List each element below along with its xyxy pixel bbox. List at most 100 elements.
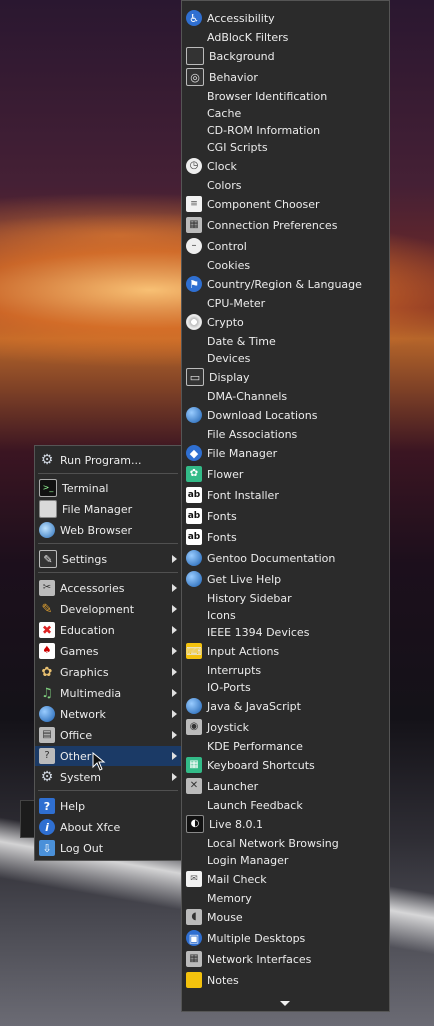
menu-item-io-ports[interactable]: IO-Ports — [182, 678, 389, 696]
menu-item-date-time[interactable]: Date & Time — [182, 332, 389, 350]
menu-item-mouse[interactable]: ◖ Mouse — [182, 908, 389, 926]
menu-item-component-chooser[interactable]: ≡ Component Chooser — [182, 195, 389, 213]
menu-item-clock[interactable]: ◷ Clock — [182, 157, 389, 175]
menu-item-terminal[interactable]: >_ Terminal — [35, 478, 181, 498]
menu-item-icons[interactable]: Icons — [182, 606, 389, 624]
network-icon — [39, 706, 55, 722]
menu-item-dma-channels[interactable]: DMA-Channels — [182, 387, 389, 405]
menu-item-ieee-1394-devices[interactable]: IEEE 1394 Devices — [182, 623, 389, 641]
menu-item-colors[interactable]: Colors — [182, 176, 389, 194]
menu-item-graphics[interactable]: ✿ Graphics — [35, 662, 181, 682]
education-icon: ✖ — [39, 622, 55, 638]
menu-item-settings[interactable]: ✎ Settings — [35, 549, 181, 569]
menu-item-label: Mouse — [207, 910, 243, 924]
menu-item-interrupts[interactable]: Interrupts — [182, 661, 389, 679]
menu-item-devices[interactable]: Devices — [182, 349, 389, 367]
menu-item-memory[interactable]: Memory — [182, 889, 389, 907]
background-icon — [186, 47, 204, 65]
menu-item-label: Accessories — [60, 581, 125, 595]
font-icon: ab — [186, 508, 202, 524]
menu-item-development[interactable]: ✎ Development — [35, 599, 181, 619]
menu-item-local-network-browsing[interactable]: Local Network Browsing — [182, 834, 389, 852]
menu-item-file-manager[interactable]: File Manager — [35, 499, 181, 519]
menu-item-games[interactable]: ♠ Games — [35, 641, 181, 661]
menu-item-about-xfce[interactable]: i About Xfce — [35, 817, 181, 837]
menu-item-label: File Associations — [207, 427, 298, 441]
menu-item-label: DMA-Channels — [207, 389, 288, 403]
menu-item-label: Crypto — [207, 315, 244, 329]
menu-item-label: Download Locations — [207, 408, 318, 422]
menu-item-mail-check[interactable]: ✉ Mail Check — [182, 870, 389, 888]
terminal-icon: >_ — [39, 479, 57, 497]
menu-item-label: Browser Identification — [207, 89, 328, 103]
menu-item-label: Network — [60, 707, 106, 721]
menu-separator — [38, 543, 178, 544]
menu-item-log-out[interactable]: ⇩ Log Out — [35, 838, 181, 858]
menu-item-history-sidebar[interactable]: History Sidebar — [182, 589, 389, 607]
menu-item-flower[interactable]: ✿ Flower — [182, 465, 389, 483]
menu-item-joystick[interactable]: ◉ Joystick — [182, 718, 389, 736]
menu-item-office[interactable]: ▤ Office — [35, 725, 181, 745]
menu-item-background[interactable]: Background — [182, 47, 389, 65]
menu-item-network[interactable]: Network — [35, 704, 181, 724]
menu-item-system[interactable]: ⚙ System — [35, 767, 181, 787]
applications-menu: ⚙ Run Program... >_ Terminal File Manager Web… — [34, 445, 182, 861]
menu-item-cpu-meter[interactable]: CPU-Meter — [182, 294, 389, 312]
file-manager-icon — [39, 500, 57, 518]
menu-item-fonts[interactable]: ab Fonts — [182, 507, 389, 525]
menu-item-web-browser[interactable]: Web Browser — [35, 520, 181, 540]
menu-item-notes[interactable]: Notes — [182, 971, 389, 989]
menu-item-cache[interactable]: Cache — [182, 104, 389, 122]
menu-item-cgi-scripts[interactable]: CGI Scripts — [182, 138, 389, 156]
menu-item-adblock-filters[interactable]: AdBlocK Filters — [182, 28, 389, 46]
menu-item-accessibility[interactable]: ♿ Accessibility — [182, 9, 389, 27]
menu-item-help[interactable]: ? Help — [35, 796, 181, 816]
menu-item-label: Fonts — [207, 530, 237, 544]
menu-item-multiple-desktops[interactable]: ▣ Multiple Desktops — [182, 929, 389, 947]
menu-item-gentoo-documentation[interactable]: Gentoo Documentation — [182, 549, 389, 567]
menu-item-country-region-language[interactable]: ⚑ Country/Region & Language — [182, 275, 389, 293]
menu-item-label: Joystick — [207, 720, 250, 734]
menu-item-download-locations[interactable]: Download Locations — [182, 406, 389, 424]
menu-item-label: IEEE 1394 Devices — [207, 625, 310, 639]
menu-item-crypto[interactable]: Crypto — [182, 313, 389, 331]
menu-item-label: File Manager — [207, 446, 278, 460]
menu-item-get-live-help[interactable]: Get Live Help — [182, 570, 389, 588]
other-submenu: ♿ Accessibility AdBlocK Filters Background ◎… — [181, 0, 390, 1012]
menu-item-network-interfaces[interactable]: ▦ Network Interfaces — [182, 950, 389, 968]
menu-item-cookies[interactable]: Cookies — [182, 256, 389, 274]
menu-item-display[interactable]: ▭ Display — [182, 368, 389, 386]
menu-item-keyboard-shortcuts[interactable]: ▦ Keyboard Shortcuts — [182, 756, 389, 774]
graphics-icon: ✿ — [41, 664, 53, 680]
scroll-down-arrow-icon[interactable] — [280, 1001, 290, 1006]
menu-item-file-associations[interactable]: File Associations — [182, 425, 389, 443]
menu-item-kde-performance[interactable]: KDE Performance — [182, 737, 389, 755]
menu-item-label: KDE Performance — [207, 739, 303, 753]
menu-item-education[interactable]: ✖ Education — [35, 620, 181, 640]
menu-item-font-installer[interactable]: ab Font Installer — [182, 486, 389, 504]
menu-item-java-javascript[interactable]: Java & JavaScript — [182, 697, 389, 715]
menu-item-connection-preferences[interactable]: ▦ Connection Preferences — [182, 216, 389, 234]
keyboard-icon: ⌨ — [186, 643, 202, 659]
menu-item-accessories[interactable]: ✂ Accessories — [35, 578, 181, 598]
menu-item-live-8-0-1[interactable]: ◐ Live 8.0.1 — [182, 815, 389, 833]
menu-item-label: CPU-Meter — [207, 296, 266, 310]
gear-icon: ⚙ — [40, 452, 54, 468]
menu-item-other[interactable]: ? Other — [35, 746, 181, 766]
menu-item-launch-feedback[interactable]: Launch Feedback — [182, 796, 389, 814]
menu-item-run-program[interactable]: ⚙ Run Program... — [35, 450, 181, 470]
menu-item-browser-identification[interactable]: Browser Identification — [182, 87, 389, 105]
menu-item-label: Settings — [62, 552, 108, 566]
menu-item-file-manager[interactable]: ◆ File Manager — [182, 444, 389, 462]
menu-item-multimedia[interactable]: ♫ Multimedia — [35, 683, 181, 703]
accessibility-icon: ♿ — [186, 10, 202, 26]
menu-item-fonts[interactable]: ab Fonts — [182, 528, 389, 546]
menu-item-cd-rom-information[interactable]: CD-ROM Information — [182, 121, 389, 139]
menu-item-label: Flower — [207, 467, 244, 481]
globe-icon — [186, 407, 202, 423]
menu-item-behavior[interactable]: ◎ Behavior — [182, 68, 389, 86]
menu-item-login-manager[interactable]: Login Manager — [182, 851, 389, 869]
menu-item-control[interactable]: – Control — [182, 237, 389, 255]
menu-item-input-actions[interactable]: ⌨ Input Actions — [182, 642, 389, 660]
menu-item-launcher[interactable]: ✕ Launcher — [182, 777, 389, 795]
